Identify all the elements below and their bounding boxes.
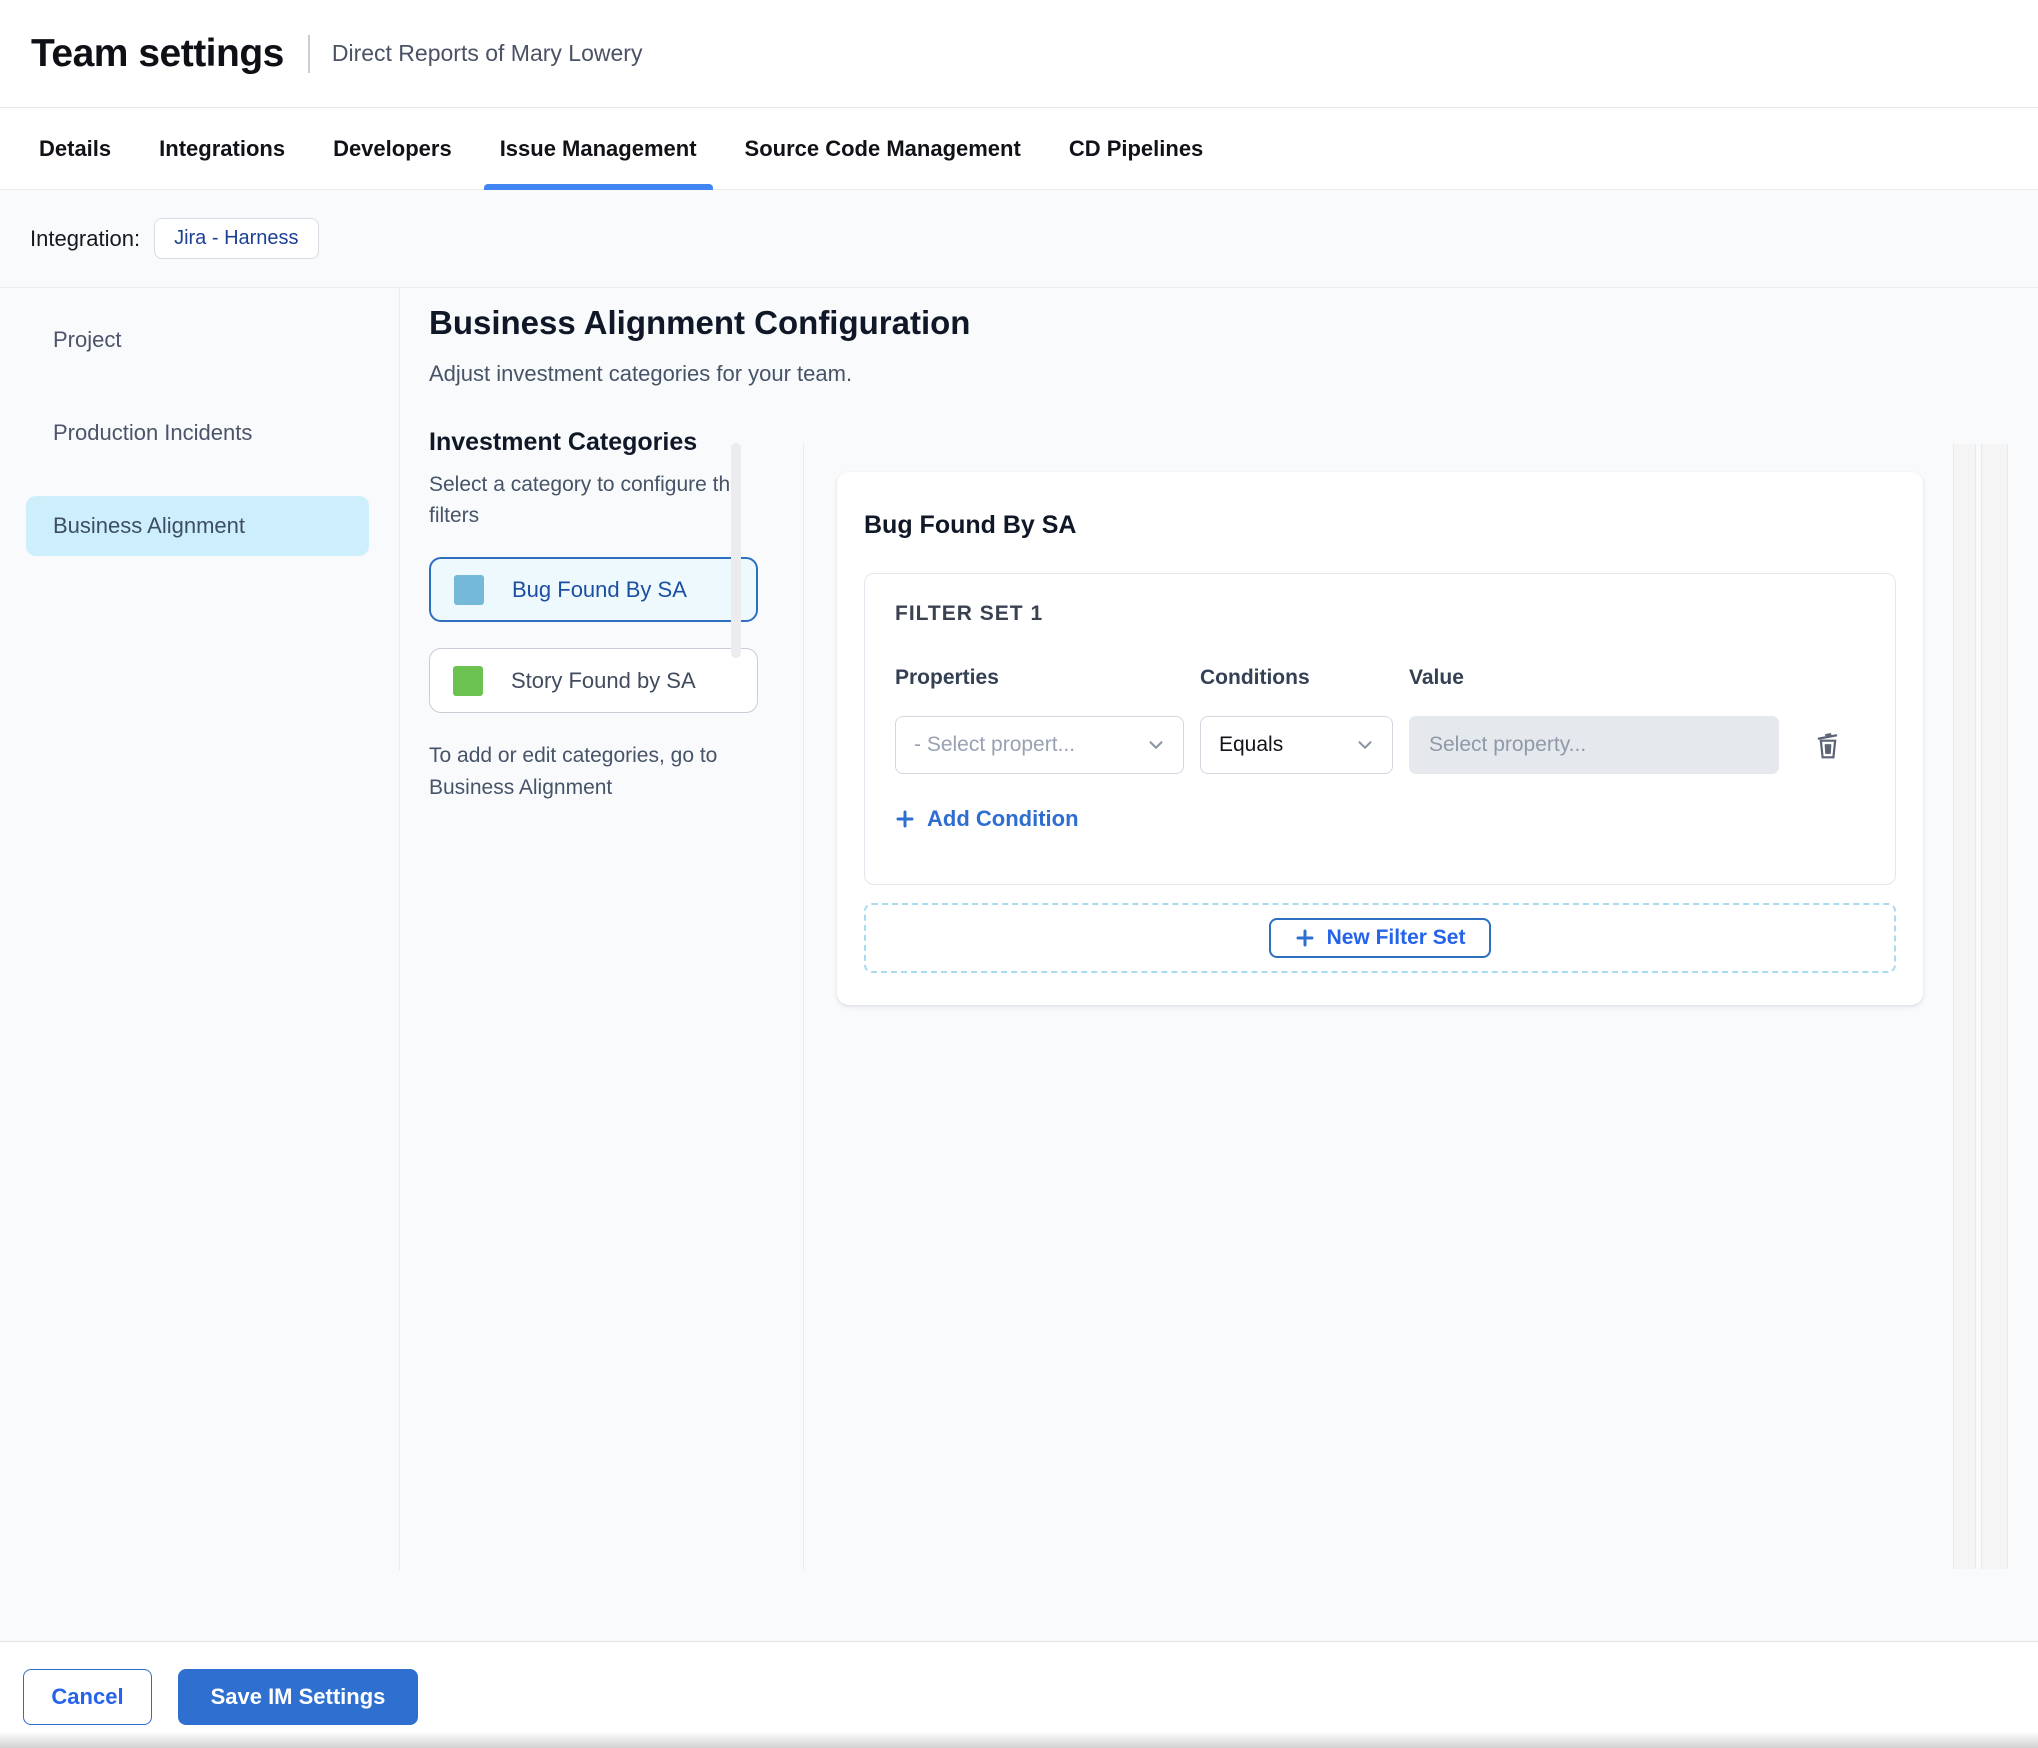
integration-bar: Integration: Jira - Harness <box>0 190 2038 288</box>
add-condition-label: Add Condition <box>927 806 1079 831</box>
inner-vertical-scrollbar[interactable] <box>1953 444 1976 1569</box>
config-card-title: Bug Found By SA <box>864 511 1077 539</box>
tab-issue-management[interactable]: Issue Management <box>483 108 713 190</box>
tab-details[interactable]: Details <box>39 108 111 190</box>
categories-title: Investment Categories <box>429 428 698 456</box>
category-story-found-by-sa[interactable]: Story Found by SA <box>429 648 758 713</box>
tab-bar: Details Integrations Developers Issue Ma… <box>0 108 2038 190</box>
category-label: Bug Found By SA <box>512 576 687 602</box>
filter-set-title: FILTER SET 1 <box>895 602 1044 625</box>
section-title: Business Alignment Configuration <box>429 304 971 341</box>
tab-developers[interactable]: Developers <box>333 108 452 190</box>
team-settings-page: Team settings Direct Reports of Mary Low… <box>0 0 2038 1748</box>
integration-badge[interactable]: Jira - Harness <box>154 218 319 259</box>
main-panel: Business Alignment Configuration Adjust … <box>400 288 2038 1570</box>
integration-label: Integration: <box>30 225 141 251</box>
category-color-swatch <box>453 665 483 696</box>
column-divider <box>803 443 804 1570</box>
category-label: Story Found by SA <box>511 667 696 693</box>
page-title: Team settings <box>31 31 284 75</box>
category-bug-found-by-sa[interactable]: Bug Found By SA <box>429 557 758 622</box>
header: Team settings Direct Reports of Mary Low… <box>0 0 2038 108</box>
new-filter-set-button[interactable]: New Filter Set <box>1268 918 1492 958</box>
investment-categories-panel: Investment Categories Select a category … <box>429 428 779 804</box>
workspace: Project Production Incidents Business Al… <box>0 288 2038 1570</box>
new-filter-set-zone: New Filter Set <box>864 903 1896 973</box>
new-filter-set-label: New Filter Set <box>1326 926 1466 949</box>
bottom-edge-shadow <box>0 1732 2038 1748</box>
save-im-settings-button[interactable]: Save IM Settings <box>178 1669 418 1725</box>
tab-source-code-management[interactable]: Source Code Management <box>745 108 1021 190</box>
value-input[interactable] <box>1409 716 1779 774</box>
plus-icon <box>896 810 914 828</box>
sidebar-item-production-incidents[interactable]: Production Incidents <box>26 403 369 463</box>
trash-icon <box>1817 733 1838 759</box>
plus-icon <box>1296 929 1314 947</box>
conditions-select[interactable]: Equals <box>1200 716 1393 774</box>
chevron-down-icon <box>1358 741 1372 749</box>
category-list-scrollbar[interactable] <box>731 443 741 658</box>
tab-integrations[interactable]: Integrations <box>159 108 285 190</box>
sidebar-item-project[interactable]: Project <box>26 310 369 370</box>
properties-column-label: Properties <box>895 666 999 689</box>
settings-sidebar: Project Production Incidents Business Al… <box>0 288 400 1570</box>
section-subtitle: Adjust investment categories for your te… <box>429 361 853 386</box>
conditions-column-label: Conditions <box>1200 666 1310 689</box>
sidebar-item-business-alignment[interactable]: Business Alignment <box>26 496 369 556</box>
title-separator <box>307 34 310 73</box>
properties-select-value: - Select propert... <box>914 733 1076 756</box>
filter-columns-header: Properties Conditions Value <box>895 666 1865 690</box>
filter-set-box: FILTER SET 1 Properties Conditions Value… <box>864 573 1896 885</box>
category-color-swatch <box>454 574 484 605</box>
categories-hint: Select a category to configure the filte… <box>429 473 742 527</box>
properties-select[interactable]: - Select propert... <box>895 716 1184 774</box>
cancel-button[interactable]: Cancel <box>23 1669 152 1725</box>
value-column-label: Value <box>1409 666 1464 689</box>
filter-condition-row: - Select propert... Equals <box>895 716 1865 774</box>
page-vertical-scrollbar[interactable] <box>1981 444 2008 1569</box>
add-condition-button[interactable]: Add Condition <box>895 806 1079 832</box>
categories-note: To add or edit categories, go to Busines… <box>429 744 718 799</box>
chevron-down-icon <box>1149 741 1163 749</box>
content-bottom-strip <box>0 1570 2038 1642</box>
tab-cd-pipelines[interactable]: CD Pipelines <box>1069 108 1203 190</box>
category-config-card: Bug Found By SA FILTER SET 1 Properties … <box>837 472 1923 1005</box>
page-subtitle: Direct Reports of Mary Lowery <box>331 40 643 66</box>
delete-condition-button[interactable] <box>1813 729 1843 761</box>
conditions-select-value: Equals <box>1219 733 1284 756</box>
